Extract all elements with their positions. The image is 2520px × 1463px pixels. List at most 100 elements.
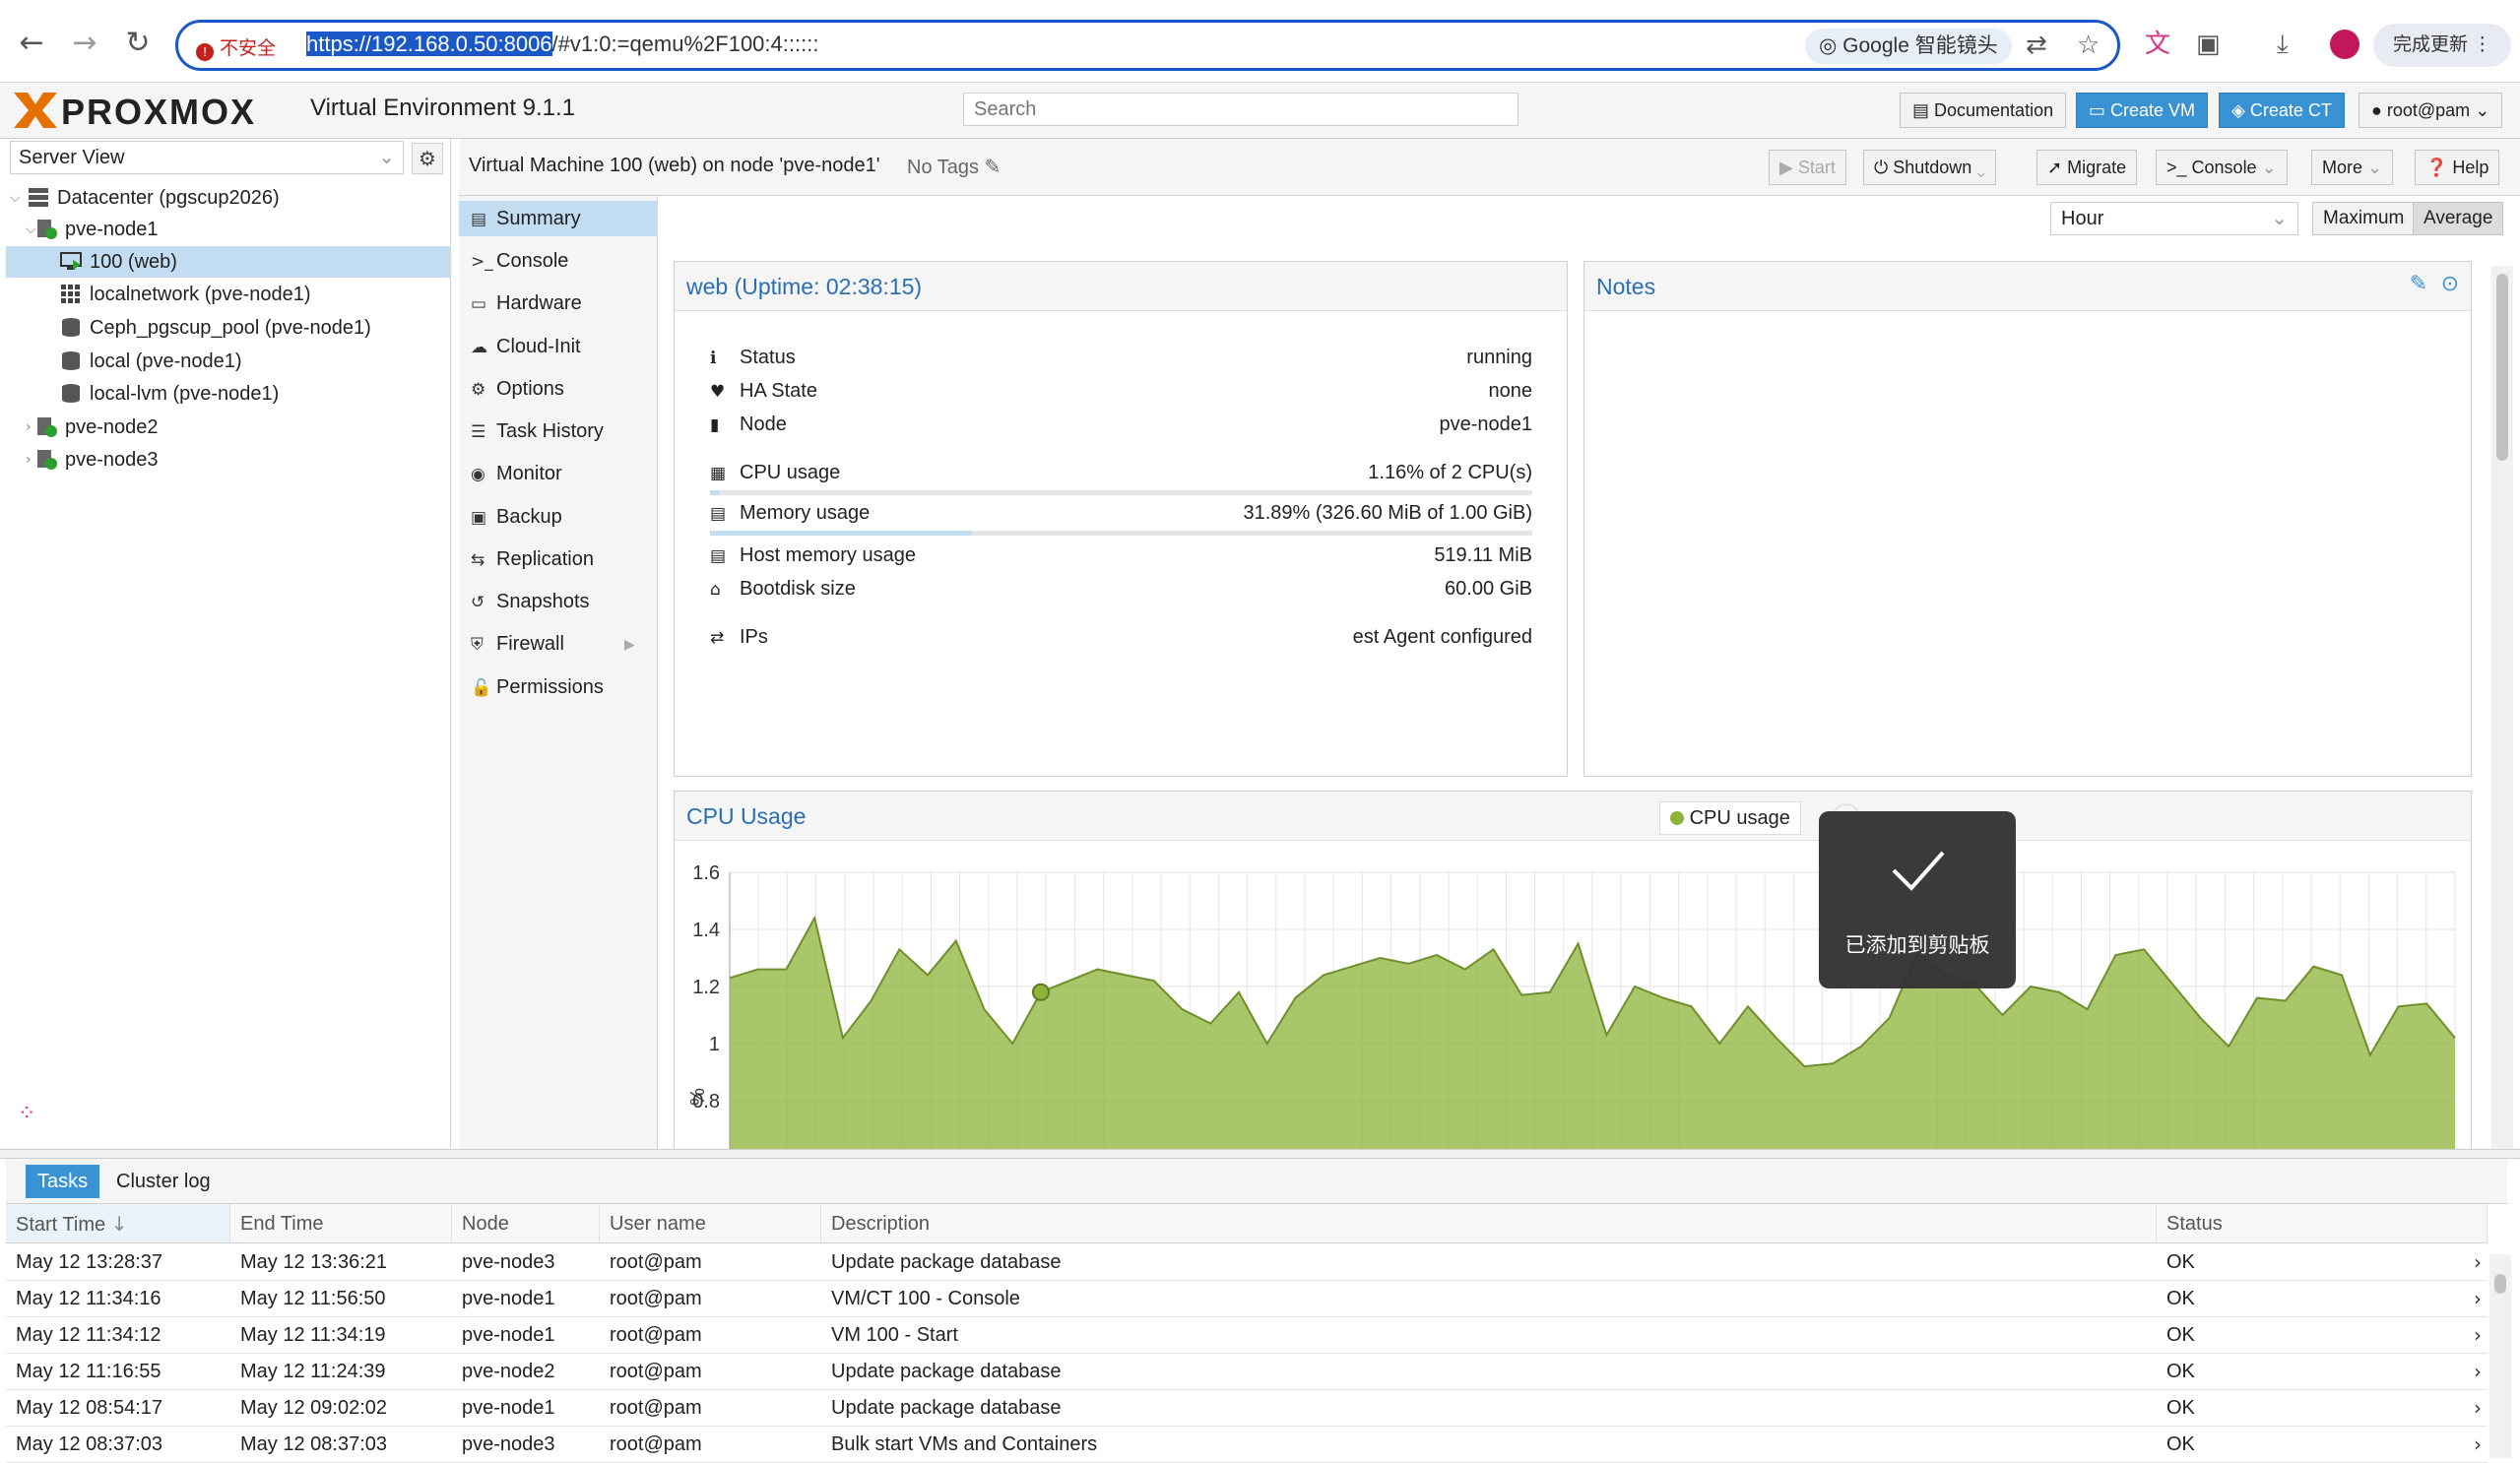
expander-icon[interactable]: ›	[26, 444, 32, 476]
panel-splitter[interactable]	[0, 1149, 2520, 1159]
collapse-icon[interactable]: ⊙	[2441, 272, 2459, 296]
insecure-badge[interactable]: ! 不安全	[196, 33, 276, 61]
notes-panel: Notes ✎ ⊙	[1583, 261, 2472, 777]
start-button[interactable]: ▶ Start	[1769, 150, 1846, 185]
tab-cluster-log[interactable]: Cluster log	[104, 1165, 223, 1198]
extensions-puzzle-icon[interactable]: ▣	[2196, 28, 2221, 61]
memory-icon: ▤	[710, 504, 727, 524]
column-start-time[interactable]: Start Time ↓	[6, 1204, 230, 1243]
tree-item-pve-node3[interactable]: › pve-node3	[6, 444, 451, 476]
tree-item-pve-node1[interactable]: ⌵ pve-node1	[6, 214, 451, 245]
table-row[interactable]: May 12 11:16:55 May 12 11:24:39 pve-node2 r…	[6, 1354, 2488, 1390]
scrollbar-thumb[interactable]	[2494, 1274, 2506, 1294]
menu-monitor[interactable]: ◉ Monitor	[459, 456, 658, 491]
tags-editor[interactable]: No Tags ✎	[907, 155, 1001, 179]
row-detail-icon[interactable]: ›	[2474, 1427, 2482, 1463]
table-row[interactable]: May 12 11:34:16 May 12 11:56:50 pve-node1 r…	[6, 1281, 2488, 1317]
table-cell: May 12 08:37:03	[240, 1433, 387, 1455]
tree-item-datacenter[interactable]: ⌵ Datacenter (pgscup2026)	[6, 182, 451, 214]
tab-tasks[interactable]: Tasks	[26, 1165, 100, 1198]
url-text[interactable]: https://192.168.0.50:8006/#v1:0:=qemu%2F…	[306, 32, 818, 57]
create-ct-button[interactable]: ◈ Create CT	[2219, 93, 2345, 128]
chevron-down-icon[interactable]: ⌄	[1976, 158, 1985, 177]
column-user-name[interactable]: User name	[600, 1204, 821, 1243]
extension-translate-icon[interactable]: 文	[2145, 28, 2170, 61]
shutdown-button[interactable]: ⏻ Shutdown ⌄	[1863, 150, 1996, 185]
console-button[interactable]: >_ Console ⌄	[2156, 150, 2288, 185]
scrollbar-thumb[interactable]	[2496, 274, 2508, 461]
tree-item-pve-node2[interactable]: › pve-node2	[6, 412, 451, 443]
menu-firewall[interactable]: ⛨ Firewall ▶	[459, 626, 658, 662]
documentation-button[interactable]: ▤ Documentation	[1900, 93, 2067, 128]
timeframe-selector[interactable]: Hour ⌄	[2050, 202, 2298, 235]
table-row[interactable]: May 12 11:34:12 May 12 11:34:19 pve-node1 r…	[6, 1317, 2488, 1354]
forward-icon[interactable]: →	[65, 24, 104, 63]
user-menu-button[interactable]: ● root@pam ⌄	[2358, 93, 2503, 128]
profile-avatar[interactable]	[2330, 30, 2359, 59]
expander-icon[interactable]: ⌵	[10, 182, 21, 214]
menu-console[interactable]: >_ Console	[459, 243, 658, 279]
table-row[interactable]: May 12 08:54:17 May 12 09:02:02 pve-node1 r…	[6, 1390, 2488, 1427]
column-end-time[interactable]: End Time	[230, 1204, 452, 1243]
average-toggle[interactable]: Average	[2413, 202, 2503, 235]
bookmark-star-icon[interactable]: ☆	[2077, 29, 2100, 62]
table-cell: pve-node1	[462, 1288, 555, 1309]
row-detail-icon[interactable]: ›	[2474, 1354, 2482, 1390]
menu-options[interactable]: ⚙ Options	[459, 371, 658, 407]
column-status[interactable]: Status	[2157, 1204, 2488, 1243]
expander-icon[interactable]: ›	[26, 412, 32, 443]
row-detail-icon[interactable]: ›	[2474, 1390, 2482, 1427]
menu-permissions[interactable]: 🔓 Permissions	[459, 669, 658, 705]
pencil-icon[interactable]: ✎	[985, 155, 1002, 178]
search-input[interactable]	[963, 93, 1518, 126]
table-row[interactable]: May 12 13:28:37 May 12 13:36:21 pve-node3 r…	[6, 1244, 2488, 1281]
node-online-icon	[35, 218, 57, 239]
back-icon[interactable]: ←	[12, 24, 51, 63]
create-vm-button[interactable]: ▭ Create VM	[2076, 93, 2209, 128]
chevron-down-icon[interactable]: ⌄	[2262, 158, 2277, 177]
update-button[interactable]: 完成更新 ⋮	[2373, 24, 2512, 67]
tree-item-localnetwork[interactable]: localnetwork (pve-node1)	[6, 279, 451, 310]
menu-cloud-init[interactable]: ☁ Cloud-Init	[459, 329, 658, 364]
address-bar[interactable]: ! 不安全 https://192.168.0.50:8006/#v1:0:=qe…	[175, 20, 2120, 71]
download-icon[interactable]: ⤓	[2277, 28, 2289, 61]
table-cell: pve-node1	[462, 1397, 555, 1419]
more-button[interactable]: More ⌄	[2311, 150, 2394, 185]
menu-snapshots[interactable]: ↺ Snapshots	[459, 584, 658, 619]
menu-hardware[interactable]: ▭ Hardware	[459, 286, 658, 321]
column-description[interactable]: Description	[821, 1204, 2157, 1243]
view-selector[interactable]: Server View ⌄	[10, 141, 404, 174]
row-detail-icon[interactable]: ›	[2474, 1244, 2482, 1281]
edit-icon[interactable]: ✎	[2410, 272, 2427, 296]
menu-backup[interactable]: ▣ Backup	[459, 499, 658, 535]
floating-tool-icon[interactable]: ⁘	[18, 1102, 35, 1126]
bottom-tabs: Tasks Cluster log	[6, 1159, 2507, 1204]
reload-icon[interactable]: ↻	[118, 24, 158, 63]
table-cell: OK	[2166, 1251, 2195, 1273]
gear-icon[interactable]: ⚙	[412, 143, 443, 174]
row-detail-icon[interactable]: ›	[2474, 1281, 2482, 1317]
chevron-right-icon[interactable]: ▶	[624, 626, 635, 662]
tree-item-local-lvm[interactable]: local-lvm (pve-node1)	[6, 378, 451, 410]
menu-task-history[interactable]: ☰ Task History	[459, 413, 658, 449]
table-cell: May 12 11:34:19	[240, 1324, 386, 1346]
row-detail-icon[interactable]: ›	[2474, 1317, 2482, 1354]
chart-legend-item[interactable]: CPU usage	[1659, 801, 1801, 835]
table-row[interactable]: May 12 08:37:03 May 12 08:37:03 pve-node3 r…	[6, 1427, 2488, 1463]
list-icon: ☰	[471, 422, 486, 442]
bootdisk-row: ⌂ Bootdisk size 60.00 GiB	[710, 574, 1532, 604]
migrate-button[interactable]: ➚ Migrate	[2036, 150, 2138, 185]
sdn-icon	[60, 283, 82, 304]
google-lens-button[interactable]: ◎ Google 智能镜头	[1805, 29, 2012, 64]
maximum-toggle[interactable]: Maximum	[2312, 202, 2416, 235]
tree-item-local[interactable]: local (pve-node1)	[6, 346, 451, 377]
translate-icon[interactable]: ⇄	[2026, 29, 2047, 62]
tree-item-ceph-pool[interactable]: Ceph_pgscup_pool (pve-node1)	[6, 312, 451, 344]
menu-replication[interactable]: ⇆ Replication	[459, 541, 658, 577]
help-button[interactable]: ❓ Help	[2415, 150, 2500, 185]
column-node[interactable]: Node	[452, 1204, 600, 1243]
main-scrollbar[interactable]	[2491, 266, 2513, 1150]
menu-summary[interactable]: ▤ Summary	[459, 201, 658, 236]
tasks-scrollbar[interactable]	[2489, 1254, 2511, 1458]
tree-item-vm-100[interactable]: 100 (web)	[6, 246, 451, 278]
